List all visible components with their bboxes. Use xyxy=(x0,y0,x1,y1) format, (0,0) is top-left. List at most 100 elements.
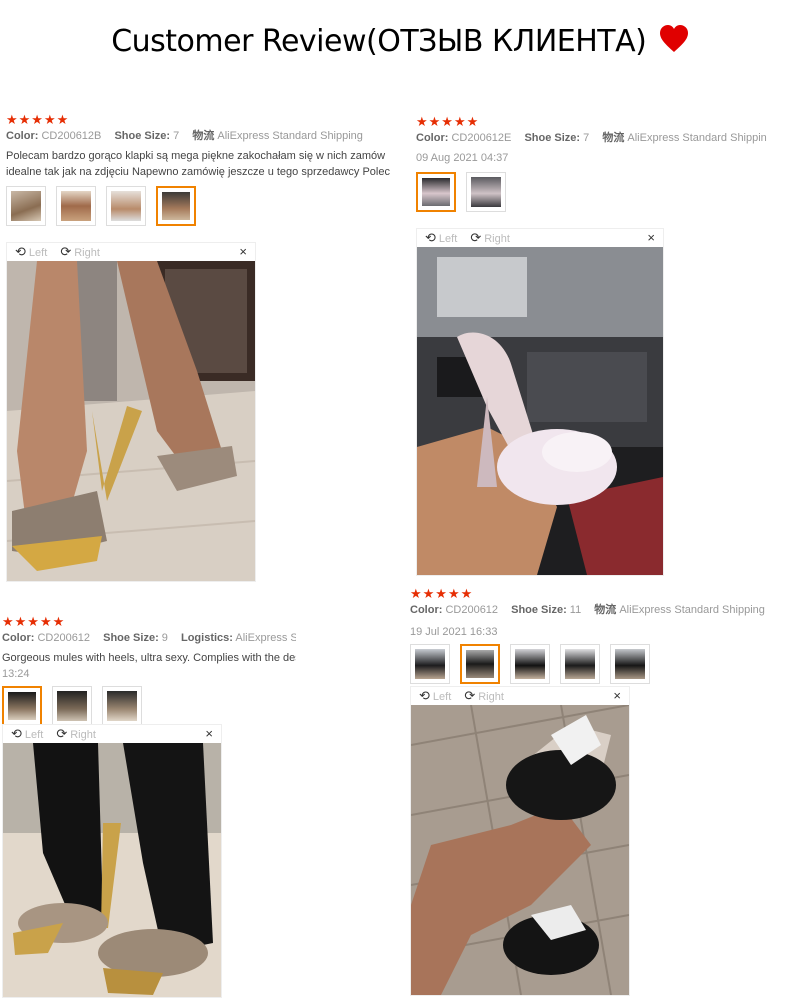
review-thumbnail[interactable] xyxy=(56,186,96,226)
review-card-2: ★★★★★ Color: CD200612E Shoe Size: 7 物流 A… xyxy=(416,114,770,214)
color-value: CD200612 xyxy=(37,632,91,644)
review-photo xyxy=(411,705,629,995)
rotate-left-label: Left xyxy=(28,247,48,259)
review-thumbnail[interactable] xyxy=(466,172,506,212)
viewer-toolbar: ⟲ Left ⟳ Right × xyxy=(7,243,255,261)
review-card-1: ★★★★★ Color: CD200612B Shoe Size: 7 物流 A… xyxy=(6,112,408,228)
shipping-label: Logistics: xyxy=(180,632,233,644)
size-value: 9 xyxy=(161,632,168,644)
review-thumbnail[interactable] xyxy=(52,686,92,726)
rotate-right-icon: ⟳ xyxy=(470,230,482,245)
rotate-right-icon: ⟳ xyxy=(464,688,476,703)
review-meta: Color: CD200612 Shoe Size: 11 物流 AliExpr… xyxy=(410,602,790,618)
rotate-left-label: Left xyxy=(438,233,458,245)
close-icon[interactable]: × xyxy=(239,243,247,261)
selected-pointer xyxy=(431,211,441,212)
rotate-left-button[interactable]: ⟲ Left xyxy=(425,229,457,248)
review-meta: Color: CD200612E Shoe Size: 7 物流 AliExpr… xyxy=(416,130,770,146)
review-thumbnail[interactable] xyxy=(410,644,450,684)
shipping-value: AliExpress Standard Shippin xyxy=(627,132,767,144)
review-thumbnail[interactable] xyxy=(6,186,46,226)
review-text-line: Gorgeous mules with heels, ultra sexy. C… xyxy=(2,652,296,664)
image-viewer-2: ⟲ Left ⟳ Right × xyxy=(416,228,664,576)
image-viewer-4: ⟲ Left ⟳ Right × xyxy=(410,686,630,996)
rotate-left-icon: ⟲ xyxy=(15,244,26,259)
viewer-toolbar: ⟲ Left ⟳ Right × xyxy=(417,229,663,247)
thumbnail-strip xyxy=(2,686,296,728)
rotate-right-icon: ⟳ xyxy=(56,726,68,741)
thumbnail-strip xyxy=(416,172,770,214)
review-photo xyxy=(417,247,663,575)
rotate-right-button[interactable]: ⟳ Right xyxy=(60,243,100,262)
review-card-3: ★★★★★ Color: CD200612 Shoe Size: 9 Logis… xyxy=(2,614,296,728)
review-thumbnail[interactable] xyxy=(510,644,550,684)
review-meta: Color: CD200612B Shoe Size: 7 物流 AliExpr… xyxy=(6,128,408,144)
rotate-left-icon: ⟲ xyxy=(11,726,22,741)
rotate-right-button[interactable]: ⟳ Right xyxy=(56,725,96,744)
rotate-right-label: Right xyxy=(74,247,100,259)
color-label: Color: xyxy=(410,604,443,616)
shipping-label: 物流 xyxy=(594,604,617,616)
viewer-toolbar: ⟲ Left ⟳ Right × xyxy=(411,687,629,705)
review-photo xyxy=(3,743,221,997)
review-meta: Color: CD200612 Shoe Size: 9 Logistics: … xyxy=(2,630,296,646)
review-date: 13:24 xyxy=(2,668,30,680)
color-value: CD200612E xyxy=(451,132,512,144)
review-thumbnail-selected[interactable] xyxy=(460,644,500,684)
rotate-left-button[interactable]: ⟲ Left xyxy=(419,687,451,706)
size-label: Shoe Size: xyxy=(511,604,567,616)
rotate-left-label: Left xyxy=(432,691,452,703)
size-label: Shoe Size: xyxy=(114,130,171,142)
rating-stars: ★★★★★ xyxy=(410,586,474,601)
rotate-left-button[interactable]: ⟲ Left xyxy=(15,243,47,262)
rotate-left-icon: ⟲ xyxy=(425,230,436,245)
close-icon[interactable]: × xyxy=(613,687,621,705)
color-label: Color: xyxy=(416,132,449,144)
review-thumbnail[interactable] xyxy=(560,644,600,684)
image-viewer-3: ⟲ Left ⟳ Right × xyxy=(2,724,222,998)
review-card-4: ★★★★★ Color: CD200612 Shoe Size: 11 物流 A… xyxy=(410,586,790,686)
rotate-right-label: Right xyxy=(484,233,510,245)
rating-stars: ★★★★★ xyxy=(2,614,66,629)
size-label: Shoe Size: xyxy=(103,632,159,644)
thumbnail-strip xyxy=(6,186,408,228)
review-thumbnail[interactable] xyxy=(102,686,142,726)
rotate-left-button[interactable]: ⟲ Left xyxy=(11,725,43,744)
review-thumbnail-selected[interactable] xyxy=(416,172,456,212)
color-value: CD200612 xyxy=(445,604,499,616)
size-value: 7 xyxy=(173,130,180,142)
shipping-value: AliExpress Standard Shipping xyxy=(619,604,765,616)
review-text-line: Polecam bardzo gorąco klapki są mega pię… xyxy=(6,150,386,162)
review-date: 19 Jul 2021 16:33 xyxy=(410,626,498,638)
rotate-left-icon: ⟲ xyxy=(419,688,430,703)
rotate-right-label: Right xyxy=(478,691,504,703)
review-date: 09 Aug 2021 04:37 xyxy=(416,152,509,164)
color-label: Color: xyxy=(2,632,35,644)
rotate-right-button[interactable]: ⟳ Right xyxy=(470,229,510,248)
review-thumbnail-selected[interactable] xyxy=(156,186,196,226)
color-value: CD200612B xyxy=(41,130,102,142)
color-label: Color: xyxy=(6,130,39,142)
image-viewer-1: ⟲ Left ⟳ Right × xyxy=(6,242,256,582)
review-text-line: idealne tak jak na zdjęciu Napewno zamów… xyxy=(6,166,390,178)
shipping-label: 物流 xyxy=(602,132,625,144)
page-title: Customer Review(ОТЗЫВ КЛИЕНТА) xyxy=(111,24,647,59)
size-label: Shoe Size: xyxy=(524,132,581,144)
rotate-right-button[interactable]: ⟳ Right xyxy=(464,687,504,706)
rating-stars: ★★★★★ xyxy=(6,112,70,127)
heart-icon xyxy=(659,25,689,58)
review-photo xyxy=(7,261,255,581)
review-thumbnail[interactable] xyxy=(610,644,650,684)
review-thumbnail[interactable] xyxy=(106,186,146,226)
size-value: 7 xyxy=(583,132,590,144)
shipping-value: AliExpress Standard xyxy=(235,632,296,644)
review-thumbnail-selected[interactable] xyxy=(2,686,42,726)
shipping-label: 物流 xyxy=(192,130,215,142)
selected-pointer xyxy=(475,683,485,684)
close-icon[interactable]: × xyxy=(647,229,655,247)
size-value: 11 xyxy=(569,604,582,616)
rotate-right-label: Right xyxy=(70,729,96,741)
rotate-left-label: Left xyxy=(24,729,44,741)
close-icon[interactable]: × xyxy=(205,725,213,743)
viewer-toolbar: ⟲ Left ⟳ Right × xyxy=(3,725,221,743)
